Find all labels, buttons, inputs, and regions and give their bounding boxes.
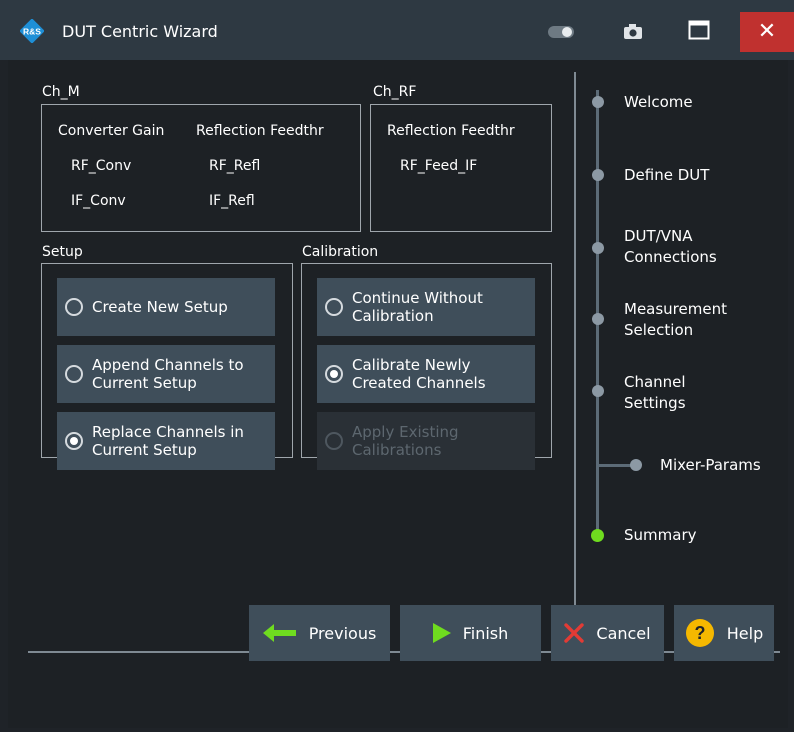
continue-without-calibration-radio[interactable]: Continue Without Calibration — [317, 278, 535, 336]
step-dot — [592, 313, 604, 325]
radio-label: Append Channels to Current Setup — [92, 356, 244, 392]
ch-m-header-converter-gain: Converter Gain — [58, 123, 165, 139]
arrow-left-icon — [262, 624, 296, 642]
finish-button[interactable]: Finish — [400, 605, 541, 661]
toggle-icon[interactable] — [548, 26, 574, 38]
help-button[interactable]: ? Help — [674, 605, 774, 661]
setup-group: Create New Setup Append Channels to Curr… — [41, 263, 293, 470]
ch-rf-label: Ch_RF — [373, 84, 417, 100]
step-dot — [592, 169, 604, 181]
ch-m-cell[interactable]: RF_Conv — [71, 158, 131, 174]
radio-indicator — [325, 298, 343, 316]
calibration-label: Calibration — [302, 244, 379, 260]
step-welcome[interactable]: Welcome — [624, 92, 693, 113]
ch-m-label: Ch_M — [42, 84, 80, 100]
radio-label: Create New Setup — [92, 298, 228, 316]
camera-icon[interactable] — [622, 21, 644, 41]
radio-label: Apply Existing Calibrations — [352, 423, 459, 459]
step-mixer-params[interactable]: Mixer-Params — [660, 455, 761, 476]
svg-text:?: ? — [694, 623, 705, 643]
apply-existing-calibrations-radio: Apply Existing Calibrations — [317, 412, 535, 470]
step-measurement-selection[interactable]: Measurement Selection — [624, 299, 727, 341]
radio-indicator — [65, 298, 83, 316]
title-bar: R&S DUT Centric Wizard ✕ — [0, 0, 794, 60]
ch-m-cell[interactable]: IF_Conv — [71, 193, 126, 209]
wizard-body: Ch_M Converter Gain Reflection Feedthr R… — [8, 60, 788, 728]
step-channel-settings[interactable]: Channel Settings — [624, 372, 686, 414]
step-dot — [592, 385, 604, 397]
svg-text:R&S: R&S — [23, 27, 41, 37]
radio-indicator — [325, 365, 343, 383]
ch-rf-cell[interactable]: RF_Feed_IF — [400, 158, 477, 174]
append-channels-radio[interactable]: Append Channels to Current Setup — [57, 345, 275, 403]
play-icon — [432, 623, 451, 643]
steps-branch — [596, 464, 634, 467]
replace-channels-radio[interactable]: Replace Channels in Current Setup — [57, 412, 275, 470]
ch-rf-header-reflection: Reflection Feedthr — [387, 123, 515, 139]
help-icon: ? — [685, 619, 714, 647]
ch-rf-group: Reflection Feedthr RF_Feed_IF — [370, 104, 552, 232]
previous-button[interactable]: Previous — [249, 605, 390, 661]
create-new-setup-radio[interactable]: Create New Setup — [57, 278, 275, 336]
radio-label: Replace Channels in Current Setup — [92, 423, 244, 459]
help-label: Help — [726, 623, 764, 643]
step-dot-active — [591, 529, 604, 542]
ch-m-cell[interactable]: IF_Refl — [209, 193, 255, 209]
calibrate-new-channels-radio[interactable]: Calibrate Newly Created Channels — [317, 345, 535, 403]
radio-indicator — [325, 432, 343, 450]
window-title: DUT Centric Wizard — [62, 22, 218, 41]
finish-label: Finish — [462, 623, 509, 643]
close-button[interactable]: ✕ — [740, 12, 794, 52]
previous-label: Previous — [308, 623, 377, 643]
step-summary[interactable]: Summary — [624, 525, 697, 546]
ch-m-header-reflection: Reflection Feedthr — [196, 123, 324, 139]
radio-indicator — [65, 365, 83, 383]
step-dut-vna-connections[interactable]: DUT/VNA Connections — [624, 226, 717, 268]
cancel-button[interactable]: Cancel — [551, 605, 664, 661]
setup-label: Setup — [42, 244, 83, 260]
calibration-group: Continue Without Calibration Calibrate N… — [301, 263, 552, 470]
ch-m-group: Converter Gain Reflection Feedthr RF_Con… — [41, 104, 361, 232]
cancel-label: Cancel — [596, 623, 651, 643]
step-dot — [592, 242, 604, 254]
step-define-dut[interactable]: Define DUT — [624, 165, 709, 186]
steps-divider — [574, 72, 576, 628]
radio-label: Calibrate Newly Created Channels — [352, 356, 486, 392]
ch-m-cell[interactable]: RF_Refl — [209, 158, 260, 174]
step-dot — [592, 96, 604, 108]
radio-label: Continue Without Calibration — [352, 289, 483, 325]
radio-indicator — [65, 432, 83, 450]
step-dot — [630, 459, 642, 471]
maximize-icon[interactable] — [688, 20, 710, 40]
cancel-x-icon — [564, 623, 585, 643]
rs-logo-icon: R&S — [20, 19, 44, 43]
